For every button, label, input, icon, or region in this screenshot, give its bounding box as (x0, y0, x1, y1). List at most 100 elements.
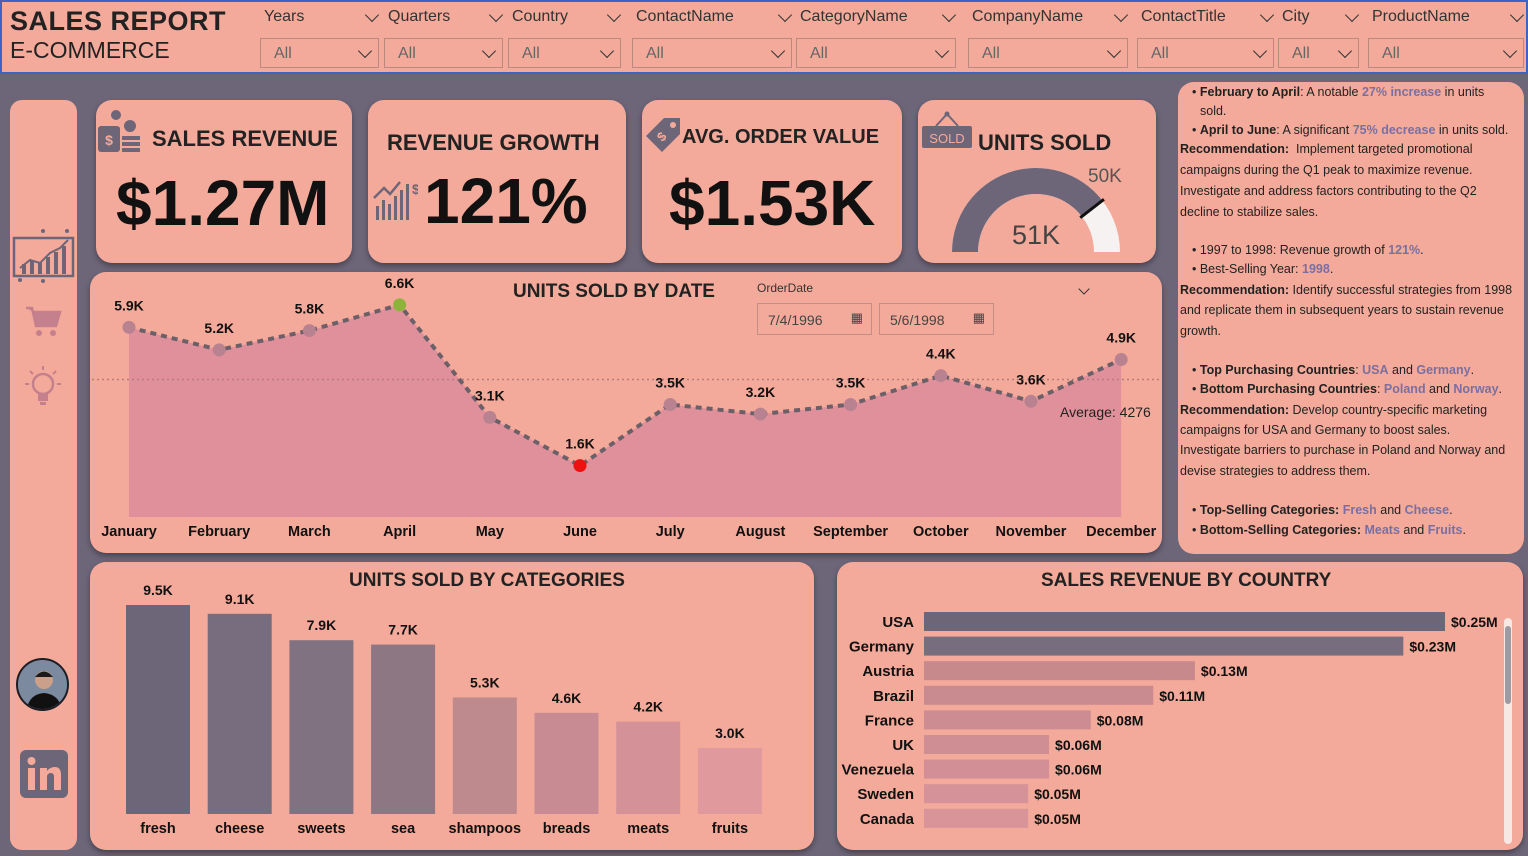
chevron-down-icon[interactable] (599, 43, 615, 60)
category-bar[interactable] (289, 640, 354, 814)
filter-value: All (398, 45, 416, 62)
country-label: USA (882, 614, 914, 631)
filter-companyname[interactable]: CompanyName All (968, 6, 1129, 70)
country-bar[interactable] (924, 808, 1029, 828)
country-label: Brazil (873, 688, 914, 705)
data-point[interactable] (1114, 353, 1128, 366)
chevron-down-icon[interactable] (488, 7, 504, 23)
bar-value-label: 4.2K (633, 699, 663, 715)
country-bar[interactable] (924, 636, 1404, 656)
chevron-down-icon[interactable] (1106, 43, 1122, 60)
category-bar[interactable] (452, 697, 517, 814)
filter-label: City (1282, 8, 1310, 25)
sold-tag-icon: SOLD (920, 110, 974, 152)
units-sold-by-date-panel: UNITS SOLD BY DATE OrderDate 7/4/1996 ▦ … (90, 272, 1162, 553)
filter-categoryname[interactable]: CategoryName All (796, 6, 957, 70)
data-point[interactable] (122, 320, 136, 334)
filter-dropdown[interactable]: All (1278, 38, 1359, 68)
chevron-down-icon[interactable] (364, 7, 380, 23)
data-point[interactable] (1024, 394, 1038, 408)
bar-value-label: 5.3K (470, 674, 500, 690)
chevron-down-icon[interactable] (1502, 43, 1518, 60)
insight-line: and replicate them in subsequent years t… (1180, 303, 1504, 317)
country-bar[interactable] (924, 759, 1050, 779)
chevron-down-icon[interactable] (481, 43, 497, 60)
category-bar[interactable] (126, 605, 190, 814)
filter-value: All (810, 45, 828, 62)
data-point[interactable] (934, 369, 948, 383)
data-point[interactable] (573, 459, 587, 473)
units-by-categories-panel: UNITS SOLD BY CATEGORIES 9.5K fresh 9.1K ch… (90, 562, 814, 850)
chevron-down-icon[interactable] (1509, 7, 1525, 23)
category-bar[interactable] (207, 613, 272, 814)
scrollbar[interactable] (1504, 618, 1512, 844)
filter-productname[interactable]: ProductName All (1368, 6, 1525, 70)
filter-quarters[interactable]: Quarters All (384, 6, 504, 70)
chevron-down-icon[interactable] (1344, 7, 1360, 23)
filter-dropdown[interactable]: All (796, 38, 956, 68)
scrollbar-thumb[interactable] (1505, 626, 1511, 704)
chevron-down-icon[interactable] (1113, 7, 1129, 23)
category-bar[interactable] (697, 748, 762, 814)
chevron-down-icon[interactable] (941, 7, 957, 23)
country-label: Canada (860, 811, 915, 828)
insight-line: Recommendation: Implement targeted promo… (1180, 142, 1473, 156)
data-point[interactable] (483, 410, 497, 424)
chevron-down-icon[interactable] (777, 7, 793, 23)
category-bar[interactable] (371, 644, 436, 814)
sales-by-country-chart: USA $0.25M Germany $0.23M Austria $0.13M Brazi… (841, 612, 1498, 828)
chevron-down-icon[interactable] (1337, 43, 1353, 60)
category-bar[interactable] (534, 712, 599, 814)
data-label: 6.6K (385, 275, 415, 291)
filter-dropdown[interactable]: All (508, 38, 621, 68)
units-sold-target-label: 50K (1088, 166, 1122, 187)
data-point[interactable] (663, 398, 677, 411)
country-bar[interactable] (924, 710, 1091, 730)
filter-dropdown[interactable]: All (384, 38, 503, 68)
bar-value-label: $0.06M (1055, 737, 1102, 753)
filter-dropdown[interactable]: All (1137, 38, 1274, 68)
data-label: 4.9K (1106, 330, 1136, 346)
revenue-growth-title: REVENUE GROWTH (387, 130, 600, 155)
chevron-down-icon[interactable] (1259, 7, 1275, 23)
country-bar[interactable] (924, 612, 1445, 631)
data-point[interactable] (393, 298, 407, 312)
cart-icon[interactable] (24, 304, 64, 338)
country-bar[interactable] (924, 685, 1154, 705)
data-point[interactable] (212, 343, 226, 357)
category-bar[interactable] (616, 721, 681, 814)
country-bar[interactable] (924, 661, 1195, 681)
filter-contacttitle[interactable]: ContactTitle All (1137, 6, 1275, 70)
sales-revenue-title: SALES REVENUE (152, 126, 338, 151)
country-label: France (865, 712, 914, 729)
filter-dropdown[interactable]: All (1368, 38, 1524, 68)
data-point[interactable] (844, 398, 858, 411)
linkedin-icon[interactable] (20, 750, 68, 798)
chevron-down-icon[interactable] (357, 43, 373, 60)
sales-by-country-panel: SALES REVENUE BY COUNTRY USA $0.25M German… (837, 562, 1523, 850)
country-label: UK (892, 737, 914, 754)
data-label: 1.6K (565, 436, 595, 452)
dashboard-chart-icon[interactable] (12, 228, 75, 284)
chevron-down-icon[interactable] (770, 43, 786, 60)
filter-city[interactable]: City All (1278, 6, 1360, 70)
x-tick-label: September (813, 524, 888, 540)
filter-country[interactable]: Country All (508, 6, 622, 70)
filter-contactname[interactable]: ContactName All (632, 6, 793, 70)
filter-years[interactable]: Years All (260, 6, 380, 70)
filter-label: ContactName (636, 8, 734, 25)
country-bar[interactable] (924, 784, 1029, 804)
filter-dropdown[interactable]: All (260, 38, 379, 68)
avatar[interactable] (16, 658, 69, 711)
data-label: 5.8K (295, 301, 325, 317)
lightbulb-icon[interactable] (20, 364, 66, 410)
data-point[interactable] (302, 324, 316, 338)
chevron-down-icon[interactable] (1252, 43, 1268, 60)
filter-dropdown[interactable]: All (968, 38, 1128, 68)
chevron-down-icon[interactable] (606, 7, 622, 23)
data-point[interactable] (753, 407, 767, 421)
chevron-down-icon[interactable] (934, 43, 950, 60)
filter-value: All (1382, 45, 1400, 62)
country-bar[interactable] (924, 735, 1050, 754)
filter-dropdown[interactable]: All (632, 38, 792, 68)
